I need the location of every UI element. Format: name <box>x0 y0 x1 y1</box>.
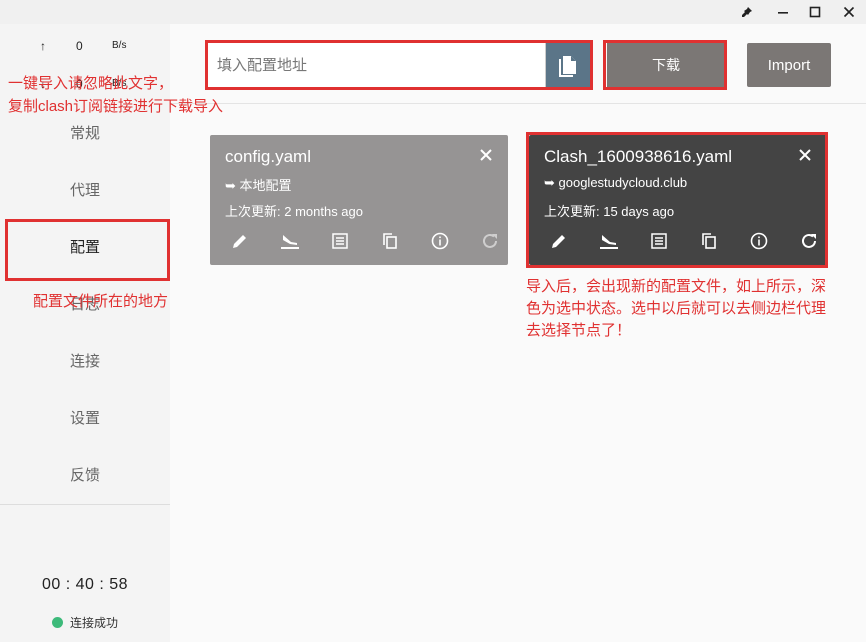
connection-status: 连接成功 <box>52 614 118 630</box>
sidebar-item-proxies[interactable]: 代理 <box>0 176 170 206</box>
annotation-box-profiles <box>5 219 170 281</box>
edit-rules-icon[interactable] <box>280 231 300 251</box>
info-icon[interactable] <box>430 231 450 251</box>
annotation-config-note: 配置文件所在的地方 <box>33 293 169 310</box>
status-text: 连接成功 <box>70 615 119 630</box>
import-button[interactable]: Import <box>747 43 831 87</box>
toolbar-divider <box>170 103 866 104</box>
minimize-icon[interactable] <box>766 0 800 24</box>
upload-value: 0 <box>76 39 83 53</box>
upload-speed: ↑ 0 B/s <box>0 36 170 56</box>
annotation-box-download <box>603 40 727 90</box>
annotation-selected-note: 导入后，会出现新的配置文件，如上所示，深 色为选中状态。选中以后就可以去侧边栏代… <box>526 278 827 339</box>
pin-icon[interactable] <box>730 0 764 24</box>
sidebar-item-settings[interactable]: 设置 <box>0 404 170 434</box>
maximize-icon[interactable] <box>798 0 832 24</box>
profile-source: ➥ 本地配置 <box>225 178 292 193</box>
annotation-box-selected <box>526 132 828 268</box>
refresh-icon[interactable] <box>480 231 500 251</box>
uptime-timer: 00 : 40 : 58 <box>41 576 129 593</box>
profile-updated: 上次更新: 2 months ago <box>225 204 363 219</box>
sidebar-divider <box>0 504 170 505</box>
sidebar-item-feedback[interactable]: 反馈 <box>0 461 170 491</box>
title-bar <box>0 0 866 24</box>
upload-arrow-icon: ↑ <box>40 39 46 53</box>
close-icon[interactable] <box>478 147 494 163</box>
view-list-icon[interactable] <box>330 231 350 251</box>
sidebar-item-general[interactable]: 常规 <box>0 119 170 149</box>
upload-unit: B/s <box>112 40 127 51</box>
close-icon[interactable] <box>832 0 866 24</box>
profile-name: config.yaml <box>225 147 311 166</box>
profile-actions <box>230 231 500 251</box>
status-dot-icon <box>52 616 63 628</box>
annotation-import-note: 一键导入请忽略此文字， 复制clash订阅链接进行下载导入 <box>8 75 224 115</box>
annotation-box-url <box>205 40 593 90</box>
profile-card[interactable]: config.yaml ➥ 本地配置 上次更新: 2 months ago <box>210 135 508 265</box>
edit-icon[interactable] <box>230 231 250 251</box>
duplicate-icon[interactable] <box>380 231 400 251</box>
sidebar-item-connections[interactable]: 连接 <box>0 347 170 377</box>
